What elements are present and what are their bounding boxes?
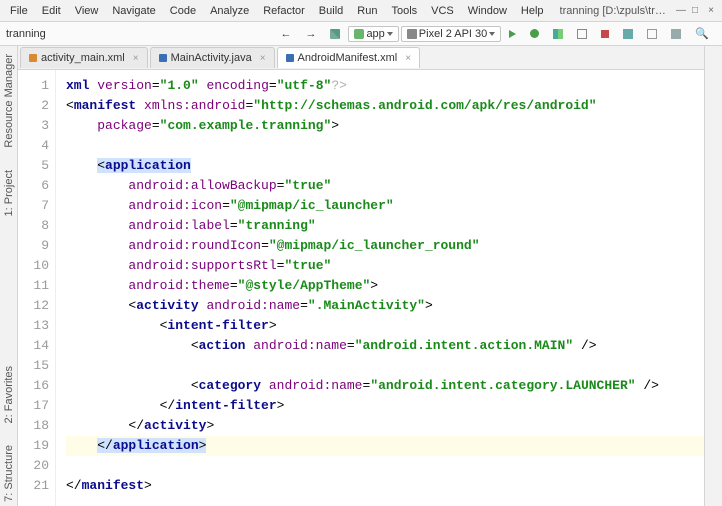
menu-refactor[interactable]: Refactor bbox=[257, 3, 311, 19]
menu-edit[interactable]: Edit bbox=[36, 3, 67, 19]
menu-window[interactable]: Window bbox=[462, 3, 513, 19]
window-close-icon[interactable]: × bbox=[704, 5, 718, 16]
xml-file-icon bbox=[29, 54, 37, 62]
menu-run[interactable]: Run bbox=[351, 3, 383, 19]
menu-vcs[interactable]: VCS bbox=[425, 3, 460, 19]
left-tool-strip: Resource Manager 1: Project 2: Favorites… bbox=[0, 46, 18, 506]
run-config-combo[interactable]: app bbox=[348, 26, 398, 42]
tool-favorites[interactable]: 2: Favorites bbox=[3, 362, 15, 427]
menu-build[interactable]: Build bbox=[313, 3, 349, 19]
menu-code[interactable]: Code bbox=[164, 3, 202, 19]
play-icon bbox=[509, 30, 516, 38]
stop-button[interactable] bbox=[595, 28, 615, 40]
window-title: tranning [D:\zpuls\tranning] - ...\app\s… bbox=[560, 5, 670, 17]
android-icon bbox=[354, 29, 364, 39]
profile-button[interactable] bbox=[547, 27, 569, 41]
profile-icon bbox=[553, 29, 563, 39]
tab-label: MainActivity.java bbox=[171, 52, 252, 64]
right-tool-strip bbox=[704, 46, 722, 506]
breadcrumb[interactable]: tranning bbox=[6, 28, 46, 40]
stop-icon bbox=[601, 30, 609, 38]
nav-forward-button[interactable]: → bbox=[299, 26, 322, 42]
xml-file-icon bbox=[286, 54, 294, 62]
menu-help[interactable]: Help bbox=[515, 3, 550, 19]
close-icon[interactable]: × bbox=[405, 53, 411, 64]
menu-navigate[interactable]: Navigate bbox=[106, 3, 161, 19]
sdk-icon bbox=[671, 29, 681, 39]
device-combo[interactable]: Pixel 2 API 30 bbox=[401, 26, 502, 42]
nav-back-button[interactable]: ← bbox=[274, 26, 297, 42]
chevron-down-icon bbox=[387, 32, 393, 36]
code-editor[interactable]: 123456789101112131415161718192021 xml ve… bbox=[18, 70, 704, 506]
code-area[interactable]: xml version="1.0" encoding="utf-8"?><man… bbox=[56, 70, 704, 506]
search-button[interactable]: 🔍 bbox=[689, 25, 715, 42]
run-button[interactable] bbox=[503, 28, 522, 40]
device-label: Pixel 2 API 30 bbox=[419, 28, 488, 40]
window-maximize-icon[interactable]: □ bbox=[688, 5, 702, 16]
sync-button[interactable] bbox=[617, 27, 639, 41]
menubar: File Edit View Navigate Code Analyze Ref… bbox=[0, 0, 722, 22]
debug-button[interactable] bbox=[524, 27, 545, 40]
tab-activity-main[interactable]: activity_main.xml × bbox=[20, 47, 148, 68]
device-icon bbox=[407, 29, 417, 39]
sync-icon bbox=[623, 29, 633, 39]
menu-file[interactable]: File bbox=[4, 3, 34, 19]
close-icon[interactable]: × bbox=[133, 53, 139, 64]
tab-manifest[interactable]: AndroidManifest.xml × bbox=[277, 47, 421, 68]
gutter: 123456789101112131415161718192021 bbox=[18, 70, 56, 506]
tab-label: AndroidManifest.xml bbox=[298, 52, 398, 64]
java-file-icon bbox=[159, 54, 167, 62]
menu-tools[interactable]: Tools bbox=[385, 3, 423, 19]
toolbar: tranning ← → app Pixel 2 API 30 🔍 bbox=[0, 22, 722, 46]
tool-structure[interactable]: 7: Structure bbox=[3, 441, 15, 506]
window-minimize-icon[interactable]: — bbox=[672, 5, 686, 16]
close-icon[interactable]: × bbox=[260, 53, 266, 64]
attach-icon bbox=[577, 29, 587, 39]
tool-project[interactable]: 1: Project bbox=[3, 166, 15, 220]
bug-icon bbox=[530, 29, 539, 38]
tool-resource-manager[interactable]: Resource Manager bbox=[3, 50, 15, 152]
run-config-label: app bbox=[366, 28, 384, 40]
build-button[interactable] bbox=[324, 27, 346, 41]
avd-button[interactable] bbox=[641, 27, 663, 41]
tab-mainactivity[interactable]: MainActivity.java × bbox=[150, 47, 275, 68]
menu-analyze[interactable]: Analyze bbox=[204, 3, 255, 19]
hammer-icon bbox=[330, 29, 340, 39]
chevron-down-icon bbox=[489, 32, 495, 36]
editor-tabs: activity_main.xml × MainActivity.java × An… bbox=[18, 46, 704, 70]
sdk-button[interactable] bbox=[665, 27, 687, 41]
attach-debugger-button[interactable] bbox=[571, 27, 593, 41]
menu-view[interactable]: View bbox=[69, 3, 105, 19]
tab-label: activity_main.xml bbox=[41, 52, 125, 64]
avd-icon bbox=[647, 29, 657, 39]
